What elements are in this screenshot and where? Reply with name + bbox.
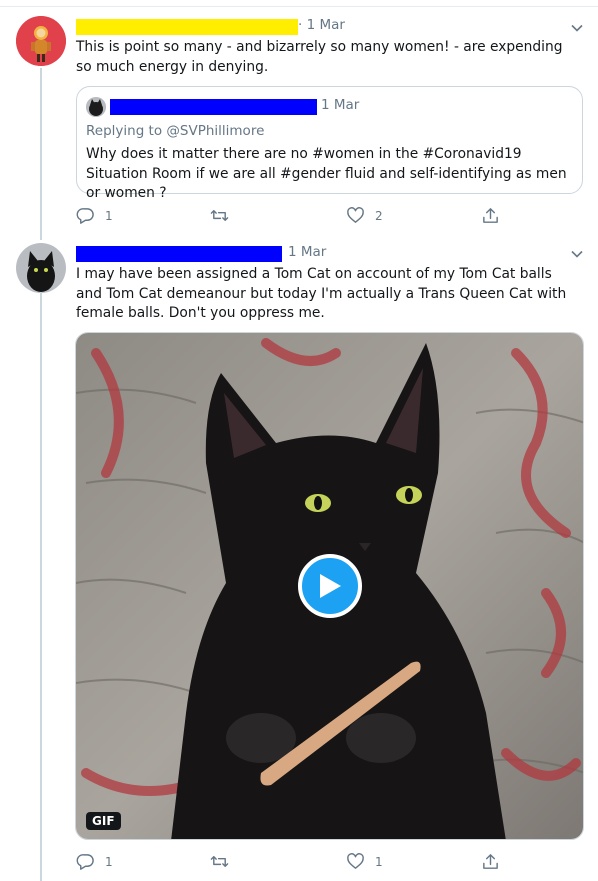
share-button[interactable] [481, 206, 500, 225]
share-button[interactable] [481, 852, 500, 871]
cat-avatar-icon [86, 97, 106, 117]
retweet-button[interactable] [210, 206, 239, 225]
heart-icon [347, 853, 364, 869]
share-icon [483, 854, 498, 869]
like-button[interactable]: 2 [346, 206, 383, 225]
like-button[interactable]: 1 [346, 852, 383, 871]
play-button[interactable] [298, 554, 362, 618]
tweet-date[interactable]: 1 Mar [288, 244, 326, 260]
retweet-icon [210, 856, 229, 867]
play-icon [320, 574, 341, 598]
tweet-text: This is point so many - and bizarrely so… [76, 39, 563, 75]
reply-icon [76, 208, 94, 224]
tweet-date[interactable]: · 1 Mar [298, 17, 345, 33]
thread-line [40, 292, 42, 881]
gif-badge: GIF [86, 812, 121, 830]
reply-icon [76, 854, 94, 870]
top-divider [0, 0, 598, 7]
display-name-redacted[interactable] [76, 246, 282, 262]
quoted-avatar [86, 97, 106, 117]
cartoon-avatar-icon [16, 16, 66, 66]
heart-icon [347, 207, 364, 223]
avatar[interactable] [16, 16, 66, 66]
share-icon [483, 208, 498, 223]
reply-count: 1 [105, 854, 113, 869]
like-count: 2 [375, 208, 383, 223]
avatar[interactable] [16, 243, 66, 293]
reply-button[interactable]: 1 [76, 852, 113, 871]
quoted-name-redacted [110, 99, 317, 115]
chevron-down-icon[interactable] [570, 247, 584, 261]
retweet-button[interactable] [210, 852, 239, 871]
tweet-text: I may have been assigned a Tom Cat on ac… [76, 266, 567, 321]
display-name-redacted[interactable] [76, 19, 298, 35]
like-count: 1 [375, 854, 383, 869]
quoted-date: 1 Mar [321, 97, 360, 113]
thread-line [40, 68, 42, 240]
retweet-icon [210, 210, 229, 221]
chevron-down-icon[interactable] [570, 21, 584, 35]
gif-media[interactable]: GIF [75, 332, 584, 840]
quoted-tweet[interactable]: 1 Mar Replying to @SVPhillimore Why does… [76, 86, 583, 201]
quoted-text: Why does it matter there are no #women i… [86, 146, 567, 201]
black-cat-avatar-icon [16, 243, 66, 293]
replying-to[interactable]: Replying to @SVPhillimore [86, 123, 264, 139]
reply-count: 1 [105, 208, 113, 223]
reply-button[interactable]: 1 [76, 206, 113, 225]
